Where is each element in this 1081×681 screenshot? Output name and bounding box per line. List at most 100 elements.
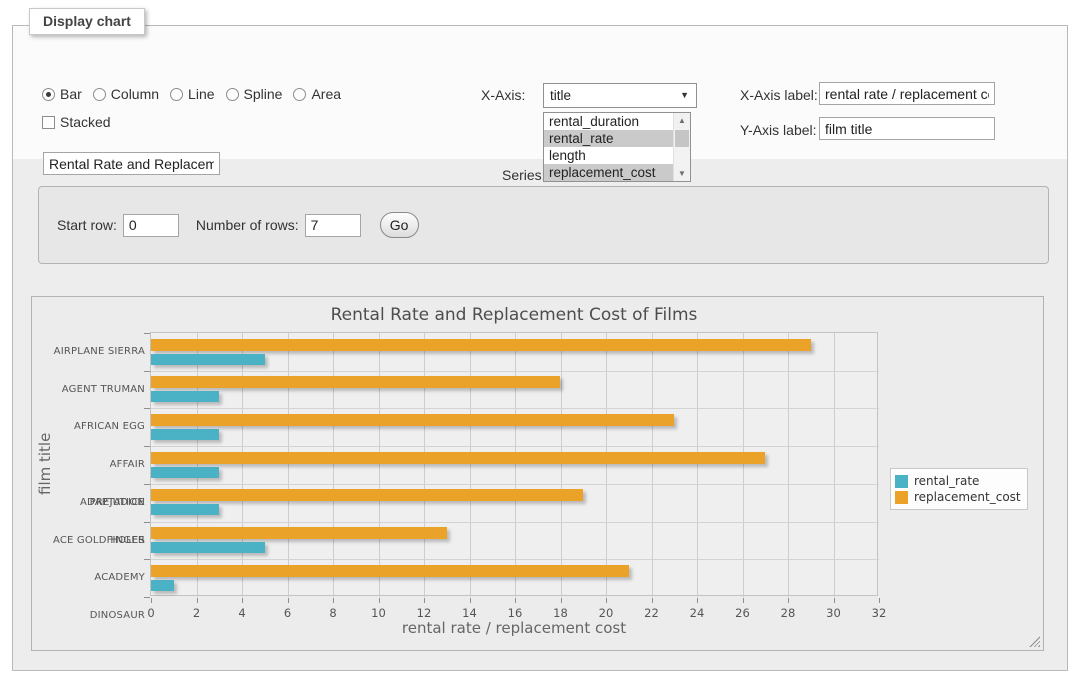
chart-container: Rental Rate and Replacement Cost of Film… <box>31 296 1044 651</box>
radio-spline[interactable]: Spline <box>226 86 283 102</box>
series-label: Series: <box>502 167 546 183</box>
category-label: AFFAIR PREJUDICE <box>51 446 145 484</box>
listbox-scrollbar[interactable]: ▲ ▼ <box>673 113 690 181</box>
gridline-v <box>379 333 380 597</box>
radio-line-icon[interactable] <box>170 88 183 101</box>
start-row-label: Start row: <box>57 217 117 233</box>
gridline-h <box>151 371 879 372</box>
category-label: AFRICAN EGG <box>51 408 145 446</box>
start-row-input[interactable] <box>123 214 179 237</box>
gridline-h <box>151 408 879 409</box>
stacked-checkbox[interactable] <box>42 116 55 129</box>
x-axis-label-field-label: X-Axis label: <box>740 87 818 103</box>
bar-rental_rate <box>151 504 219 515</box>
series-option-length[interactable]: length <box>544 147 673 164</box>
x-tick-mark <box>242 598 243 603</box>
bar-rental_rate <box>151 467 219 478</box>
x-tick-mark <box>197 598 198 603</box>
legend-label: rental_rate <box>914 474 979 488</box>
bar-rental_rate <box>151 391 219 402</box>
legend-swatch-replacement_cost <box>895 491 908 504</box>
y-axis-label-input[interactable] <box>819 117 995 140</box>
x-tick-label: 2 <box>182 606 212 620</box>
gridline-v <box>288 333 289 597</box>
series-option-rental-rate[interactable]: rental_rate <box>544 130 673 147</box>
category-label: ACADEMY DINOSAUR <box>51 559 145 597</box>
radio-area-icon[interactable] <box>293 88 306 101</box>
x-tick-mark <box>470 598 471 603</box>
category-label: ADAPTATION HOLES <box>51 484 145 522</box>
bar-replacement_cost <box>151 452 765 464</box>
scrollbar-thumb[interactable] <box>675 130 689 147</box>
series-listbox[interactable]: rental_duration rental_rate length repla… <box>543 112 691 182</box>
bar-replacement_cost <box>151 527 447 539</box>
scroll-down-icon[interactable]: ▼ <box>674 166 690 181</box>
x-tick-mark <box>879 598 880 603</box>
display-chart-panel: Display chart Bar Column Line Spline Are… <box>12 25 1068 671</box>
radio-line-label: Line <box>188 86 214 102</box>
series-option-replacement-cost[interactable]: replacement_cost <box>544 164 673 181</box>
x-tick-label: 18 <box>546 606 576 620</box>
num-rows-label: Number of rows: <box>196 217 299 233</box>
x-tick-mark <box>424 598 425 603</box>
legend-row: replacement_cost <box>895 489 1021 505</box>
gridline-v <box>606 333 607 597</box>
x-axis-select-label: X-Axis: <box>481 87 525 103</box>
series-option-rental-duration[interactable]: rental_duration <box>544 113 673 130</box>
radio-bar[interactable]: Bar <box>42 86 82 102</box>
gridline-v <box>197 333 198 597</box>
radio-spline-icon[interactable] <box>226 88 239 101</box>
radio-bar-label: Bar <box>60 86 82 102</box>
x-tick-label: 20 <box>591 606 621 620</box>
gridline-h <box>151 522 879 523</box>
stacked-label: Stacked <box>60 114 111 130</box>
gridline-v <box>697 333 698 597</box>
x-tick-mark <box>288 598 289 603</box>
scroll-up-icon[interactable]: ▲ <box>674 113 690 128</box>
x-tick-mark <box>515 598 516 603</box>
x-axis-selected-value: title <box>550 88 571 103</box>
x-tick-label: 10 <box>364 606 394 620</box>
x-tick-label: 28 <box>773 606 803 620</box>
gridline-v <box>470 333 471 597</box>
gridline-v <box>561 333 562 597</box>
radio-spline-label: Spline <box>244 86 283 102</box>
x-tick-mark <box>333 598 334 603</box>
radio-column[interactable]: Column <box>93 86 159 102</box>
x-tick-label: 30 <box>819 606 849 620</box>
go-button[interactable]: Go <box>380 212 419 238</box>
bar-rental_rate <box>151 354 265 365</box>
bar-replacement_cost <box>151 376 560 388</box>
x-tick-mark <box>606 598 607 603</box>
x-axis-select[interactable]: title ▼ <box>543 83 697 108</box>
gridline-v <box>242 333 243 597</box>
legend-swatch-rental_rate <box>895 475 908 488</box>
rows-range-panel: Start row: Number of rows: Go <box>38 186 1049 264</box>
x-tick-label: 32 <box>864 606 894 620</box>
x-tick-label: 12 <box>409 606 439 620</box>
x-tick-label: 22 <box>637 606 667 620</box>
gridline-v <box>424 333 425 597</box>
radio-area[interactable]: Area <box>293 86 341 102</box>
x-axis-label-input[interactable] <box>819 82 995 105</box>
bar-rental_rate <box>151 580 174 591</box>
x-tick-mark <box>379 598 380 603</box>
radio-bar-icon[interactable] <box>42 88 55 101</box>
x-tick-mark <box>151 598 152 603</box>
radio-line[interactable]: Line <box>170 86 214 102</box>
x-tick-label: 16 <box>500 606 530 620</box>
chart-legend: rental_ratereplacement_cost <box>890 468 1028 510</box>
chart-title-input[interactable] <box>43 152 220 175</box>
bar-rental_rate <box>151 542 265 553</box>
bar-replacement_cost <box>151 414 674 426</box>
chart-title: Rental Rate and Replacement Cost of Film… <box>150 305 878 325</box>
num-rows-input[interactable] <box>305 214 361 237</box>
radio-column-icon[interactable] <box>93 88 106 101</box>
resize-grip-icon[interactable] <box>1029 636 1040 647</box>
gridline-v <box>515 333 516 597</box>
gridline-v <box>834 333 835 597</box>
bar-replacement_cost <box>151 489 583 501</box>
category-label: AIRPLANE SIERRA <box>51 333 145 371</box>
stacked-checkbox-row[interactable]: Stacked <box>42 114 111 130</box>
x-tick-label: 24 <box>682 606 712 620</box>
